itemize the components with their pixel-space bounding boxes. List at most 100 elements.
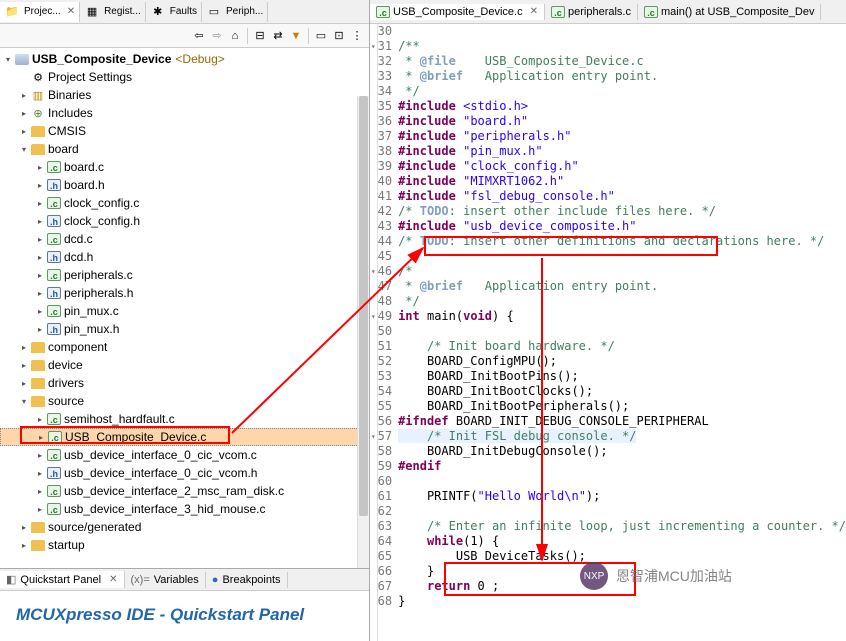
tree-item-board-h[interactable]: ▸.hboard.h (0, 176, 369, 194)
tree-item-usb-device-interface-3-hid-mouse-c[interactable]: ▸.cusb_device_interface_3_hid_mouse.c (0, 500, 369, 518)
tree-item-board[interactable]: ▾board (0, 140, 369, 158)
min-icon[interactable]: ⊡ (331, 28, 347, 44)
expand-toggle[interactable]: ▸ (34, 199, 46, 208)
code-line[interactable] (398, 504, 846, 519)
expand-toggle[interactable]: ▸ (18, 541, 30, 550)
expand-toggle[interactable]: ▸ (34, 415, 46, 424)
code-line[interactable]: #ifndef BOARD_INIT_DEBUG_CONSOLE_PERIPHE… (398, 414, 846, 429)
home-icon[interactable]: ⌂ (227, 28, 243, 44)
expand-toggle[interactable]: ▾ (18, 145, 30, 154)
expand-toggle[interactable]: ▸ (18, 523, 30, 532)
fwd-icon[interactable]: ⇨ (209, 28, 225, 44)
tree-item-dcd-c[interactable]: ▸.cdcd.c (0, 230, 369, 248)
tree-item-source-generated[interactable]: ▸source/generated (0, 518, 369, 536)
code-line[interactable]: #include "MIMXRT1062.h" (398, 174, 846, 189)
tree-item-board-c[interactable]: ▸.cboard.c (0, 158, 369, 176)
code-line[interactable]: * @file USB_Composite_Device.c (398, 54, 846, 69)
fold-marker[interactable]: ▾ (370, 264, 377, 279)
expand-toggle[interactable]: ▸ (18, 109, 30, 118)
folding-column[interactable]: ▾▾▾▾ (370, 24, 378, 641)
tree-item-usb-device-interface-0-cic-vcom-c[interactable]: ▸.cusb_device_interface_0_cic_vcom.c (0, 446, 369, 464)
left-tab-1[interactable]: ▦Regist... (80, 2, 146, 22)
bottom-tab-variables[interactable]: (x)=Variables (125, 572, 206, 588)
code-line[interactable]: #include "peripherals.h" (398, 129, 846, 144)
expand-toggle[interactable]: ▾ (18, 397, 30, 406)
filter-icon[interactable]: ▼ (288, 28, 304, 44)
expand-toggle[interactable]: ▸ (34, 505, 46, 514)
code-line[interactable]: BOARD_ConfigMPU(); (398, 354, 846, 369)
code-line[interactable]: while(1) { (398, 534, 846, 549)
code-line[interactable]: /* (398, 264, 846, 279)
close-icon[interactable]: ✕ (67, 6, 75, 17)
editor-tab-0[interactable]: .cUSB_Composite_Device.c✕ (370, 4, 545, 20)
tree-item-pin-mux-h[interactable]: ▸.hpin_mux.h (0, 320, 369, 338)
expand-toggle[interactable]: ▸ (34, 217, 46, 226)
code-line[interactable]: } (398, 594, 846, 609)
expand-toggle[interactable]: ▸ (35, 433, 47, 442)
code-line[interactable]: #include <stdio.h> (398, 99, 846, 114)
close-icon[interactable]: ✕ (109, 574, 117, 585)
tree-item-dcd-h[interactable]: ▸.hdcd.h (0, 248, 369, 266)
code-line[interactable]: BOARD_InitBootClocks(); (398, 384, 846, 399)
tree-item-usb-device-interface-0-cic-vcom-h[interactable]: ▸.husb_device_interface_0_cic_vcom.h (0, 464, 369, 482)
code-line[interactable] (398, 24, 846, 39)
tree-item-semihost-hardfault-c[interactable]: ▸.csemihost_hardfault.c (0, 410, 369, 428)
code-line[interactable] (398, 324, 846, 339)
left-tab-3[interactable]: ▭Periph... (202, 2, 268, 22)
view-menu-icon[interactable]: ⋮ (349, 28, 365, 44)
collapse-all-icon[interactable]: ⊟ (252, 28, 268, 44)
code-line[interactable]: #endif (398, 459, 846, 474)
link-editor-icon[interactable]: ⇄ (270, 28, 286, 44)
project-root[interactable]: ▾ USB_Composite_Device <Debug> (0, 50, 369, 68)
expand-toggle[interactable]: ▸ (34, 181, 46, 190)
code-line[interactable]: /* Init FSL debug console. */ (398, 429, 846, 444)
expand-toggle[interactable]: ▸ (34, 289, 46, 298)
fold-marker[interactable]: ▾ (370, 39, 377, 54)
code-line[interactable] (398, 474, 846, 489)
expand-toggle[interactable]: ▸ (34, 271, 46, 280)
left-tab-2[interactable]: ✱Faults (146, 2, 202, 22)
bottom-tab-quickstart-panel[interactable]: ◧Quickstart Panel✕ (0, 571, 125, 588)
code-line[interactable]: */ (398, 294, 846, 309)
expand-toggle[interactable]: ▸ (18, 361, 30, 370)
expand-toggle[interactable]: ▸ (34, 325, 46, 334)
fold-marker[interactable]: ▾ (370, 429, 377, 444)
code-line[interactable]: BOARD_InitBootPeripherals(); (398, 399, 846, 414)
expand-toggle[interactable]: ▸ (34, 469, 46, 478)
code-line[interactable]: */ (398, 84, 846, 99)
tree-item-clock-config-h[interactable]: ▸.hclock_config.h (0, 212, 369, 230)
tree-item-device[interactable]: ▸device (0, 356, 369, 374)
expand-toggle[interactable]: ▸ (18, 127, 30, 136)
tree-item-usb-device-interface-2-msc-ram-disk-c[interactable]: ▸.cusb_device_interface_2_msc_ram_disk.c (0, 482, 369, 500)
expand-toggle[interactable]: ▸ (34, 235, 46, 244)
tree-item-component[interactable]: ▸component (0, 338, 369, 356)
code-editor[interactable]: ▾▾▾▾ 30313233343536373839404142434445464… (370, 24, 846, 641)
tree-item-cmsis[interactable]: ▸CMSIS (0, 122, 369, 140)
tree-item-source[interactable]: ▾source (0, 392, 369, 410)
code-line[interactable]: PRINTF("Hello World\n"); (398, 489, 846, 504)
bottom-tab-breakpoints[interactable]: ●Breakpoints (206, 572, 288, 588)
expand-toggle[interactable]: ▸ (34, 253, 46, 262)
code-line[interactable] (398, 249, 846, 264)
editor-tab-2[interactable]: .cmain() at USB_Composite_Dev (638, 4, 821, 20)
tree-item-project-settings[interactable]: ⚙Project Settings (0, 68, 369, 86)
code-line[interactable]: BOARD_InitDebugConsole(); (398, 444, 846, 459)
expand-toggle[interactable]: ▸ (18, 379, 30, 388)
close-icon[interactable]: ✕ (530, 6, 538, 17)
code-line[interactable]: #include "pin_mux.h" (398, 144, 846, 159)
code-line[interactable]: /* TODO: insert other definitions and de… (398, 234, 846, 249)
tree-item-clock-config-c[interactable]: ▸.cclock_config.c (0, 194, 369, 212)
code-line[interactable]: /** (398, 39, 846, 54)
code-area[interactable]: /** * @file USB_Composite_Device.c * @br… (398, 24, 846, 641)
code-line[interactable]: #include "fsl_debug_console.h" (398, 189, 846, 204)
tree-item-startup[interactable]: ▸startup (0, 536, 369, 554)
code-line[interactable]: BOARD_InitBootPins(); (398, 369, 846, 384)
tree-scrollbar[interactable] (357, 96, 369, 568)
code-line[interactable]: } (398, 564, 846, 579)
code-line[interactable]: * @brief Application entry point. (398, 279, 846, 294)
tree-item-drivers[interactable]: ▸drivers (0, 374, 369, 392)
code-line[interactable]: #include "clock_config.h" (398, 159, 846, 174)
code-line[interactable]: return 0 ; (398, 579, 846, 594)
tree-item-pin-mux-c[interactable]: ▸.cpin_mux.c (0, 302, 369, 320)
code-line[interactable]: #include "usb_device_composite.h" (398, 219, 846, 234)
